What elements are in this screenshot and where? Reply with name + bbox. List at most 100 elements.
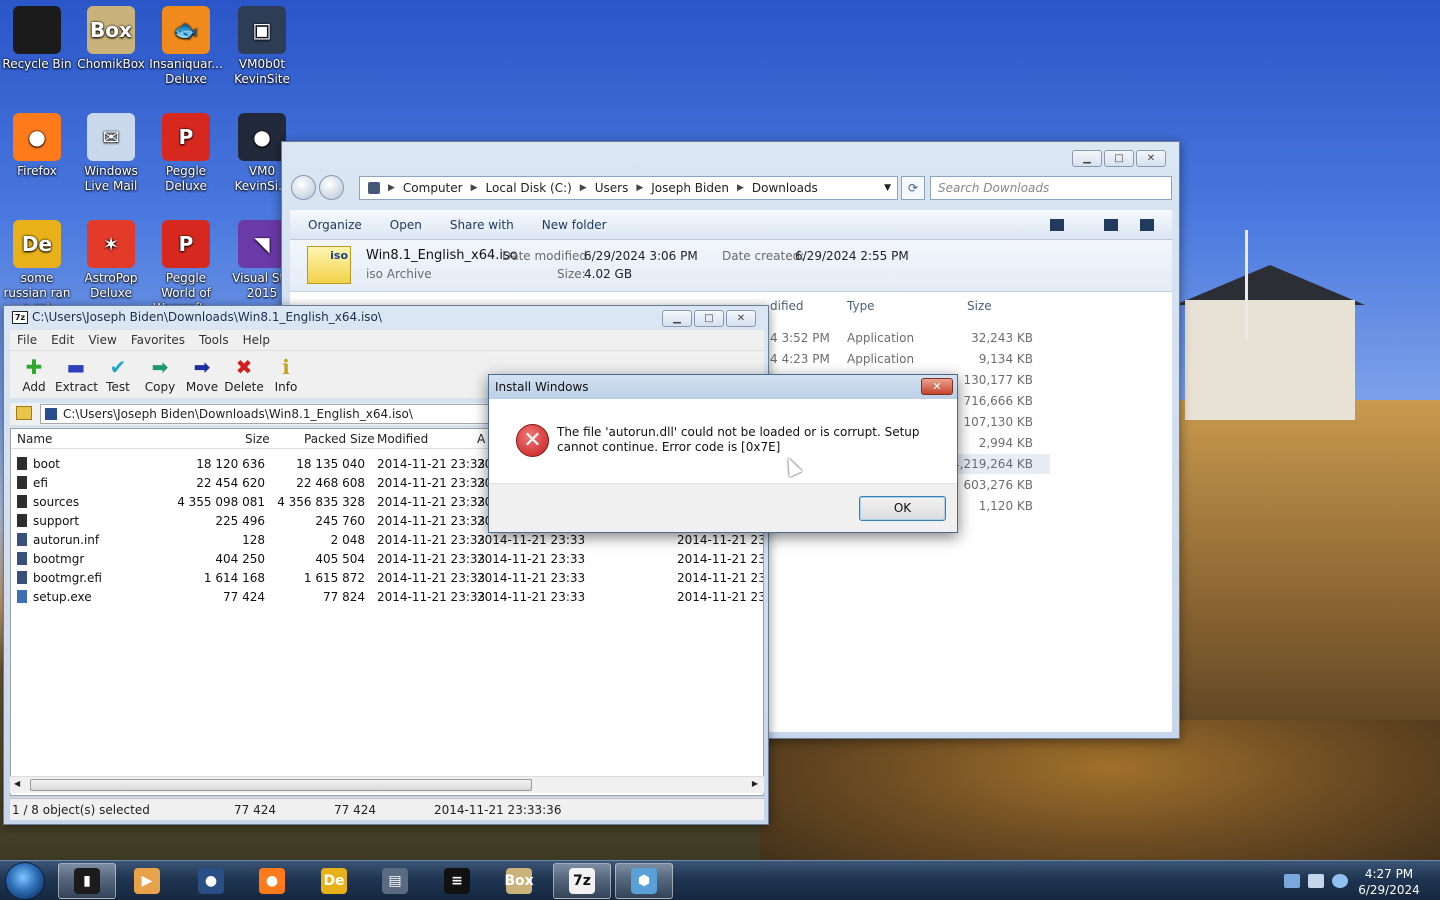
desktop: Recycle Bin Box ChomikBox 🐟 Insaniquar... De… — [0, 0, 1440, 860]
table-row[interactable]: autorun.inf 128 2 048 2014-11-21 23:33 2014-… — [11, 531, 763, 550]
cell-size: 4 355 098 081 — [177, 495, 265, 509]
details-size-value: 4.02 GB — [584, 267, 633, 281]
desktop-icon[interactable]: ✉ Windows Live Mail — [73, 113, 149, 194]
toolbar-button-delete[interactable]: ✖ Delete — [223, 354, 265, 394]
wallpaper-grass — [1180, 400, 1440, 740]
network-icon[interactable] — [1308, 874, 1324, 888]
search-input[interactable]: Search Downloads — [930, 176, 1172, 200]
taskbar-app-7zip[interactable]: 7z — [553, 863, 611, 899]
refresh-button[interactable]: ⟳ — [901, 176, 925, 200]
maximize-button[interactable]: □ — [694, 310, 724, 327]
column-modified[interactable]: Modified — [377, 432, 428, 446]
new-folder-button[interactable]: New folder — [542, 218, 607, 232]
breadcrumb-item[interactable]: Users — [595, 181, 629, 195]
desktop-icon[interactable]: Recycle Bin — [0, 6, 75, 72]
breadcrumb-item[interactable]: Downloads — [752, 181, 818, 195]
cell-type: Application — [847, 352, 915, 366]
volume-icon[interactable] — [1332, 874, 1348, 888]
share-with-menu[interactable]: Share with — [450, 218, 514, 232]
toolbar-button-extract[interactable]: ▬ Extract — [55, 354, 98, 394]
column-name[interactable]: Name — [17, 432, 52, 446]
cell-modified: 2014-11-21 23:33 — [377, 533, 486, 547]
globe-icon: ● — [198, 868, 224, 894]
close-button[interactable]: ✕ — [726, 310, 756, 327]
taskbar-app-globe[interactable]: ● — [182, 863, 240, 899]
scroll-left-icon[interactable]: ◀ — [14, 779, 20, 788]
desktop-icon[interactable]: PPeggle World of Warcraft ... — [148, 220, 224, 316]
system-clock[interactable]: 4:27 PM 6/29/2024 — [1356, 866, 1422, 898]
column-size[interactable]: Size — [967, 299, 992, 313]
folder-icon — [17, 514, 27, 527]
open-menu[interactable]: Open — [390, 218, 422, 232]
start-button[interactable] — [5, 862, 45, 900]
toolbar-button-move[interactable]: ➡ Move — [181, 354, 223, 394]
column-type[interactable]: Type — [847, 299, 875, 313]
table-row[interactable]: bootmgr.efi 1 614 168 1 615 872 2014-11-21 … — [11, 569, 763, 588]
taskbar-app-chomikbox[interactable]: Box — [490, 863, 548, 899]
maximize-button[interactable]: □ — [1104, 150, 1134, 167]
column-size[interactable]: Size — [245, 432, 270, 446]
taskbar-app-cmd-like[interactable]: ▮ — [58, 863, 116, 899]
desktop-icon[interactable]: Desome russian ran a rat — [0, 220, 75, 316]
taskbar-app-setup[interactable]: ⬢ — [615, 863, 673, 899]
breadcrumb-item[interactable]: Computer — [403, 181, 463, 195]
table-row[interactable]: bootmgr 404 250 405 504 2014-11-21 23:33 201… — [11, 550, 763, 569]
cell-name: bootmgr — [17, 552, 84, 566]
menu-help[interactable]: Help — [243, 333, 270, 347]
desktop-icon[interactable]: Box ChomikBox — [73, 6, 149, 72]
help-icon[interactable] — [1140, 218, 1154, 231]
wallpaper-flagpole — [1245, 230, 1248, 340]
app-icon: ✉ — [87, 113, 135, 161]
desktop-icon[interactable]: P Peggle Deluxe — [148, 113, 224, 194]
back-button[interactable] — [291, 175, 316, 200]
desktop-icon[interactable]: ▣ VM0b0t KevinSite — [224, 6, 300, 87]
breadcrumb-item[interactable]: Joseph Biden — [651, 181, 729, 195]
toolbar-button-info[interactable]: ℹ Info — [265, 354, 307, 394]
scroll-right-icon[interactable]: ▶ — [752, 779, 758, 788]
forward-button[interactable] — [319, 175, 344, 200]
cell-name-text: bootmgr — [33, 552, 85, 566]
scrollbar-thumb[interactable] — [30, 779, 532, 791]
folder-up-icon[interactable] — [16, 406, 32, 420]
menu-favorites[interactable]: Favorites — [131, 333, 185, 347]
view-icon[interactable] — [1050, 218, 1064, 231]
menu-view[interactable]: View — [88, 333, 116, 347]
minimize-button[interactable]: ▁ — [1072, 150, 1102, 167]
taskbar-app-de[interactable]: De — [305, 863, 363, 899]
horizontal-scrollbar[interactable]: ◀ ▶ — [10, 776, 764, 793]
dialog-close-button[interactable]: ✕ — [921, 378, 953, 395]
address-bar[interactable]: ▶ Computer ▶ Local Disk (C:) ▶ Users ▶ J… — [359, 176, 898, 200]
desktop-icon[interactable]: ● Firefox — [0, 113, 75, 179]
ok-button[interactable]: OK — [859, 496, 946, 521]
menu-file[interactable]: File — [17, 333, 37, 347]
menu-edit[interactable]: Edit — [51, 333, 74, 347]
taskbar-app-windows-stack[interactable]: ▤ — [366, 863, 424, 899]
preview-pane-icon[interactable] — [1104, 218, 1118, 231]
details-pane: iso Win8.1_English_x64.iso iso Archive D… — [290, 240, 1172, 292]
column-date-modified[interactable]: dified — [770, 299, 804, 313]
desktop-icon[interactable]: ✶ AstroPop Deluxe — [73, 220, 149, 301]
status-size: 77 424 — [234, 803, 276, 817]
desktop-icon-label: Recycle Bin — [2, 57, 72, 71]
toolbar-button-copy[interactable]: ➡ Copy — [139, 354, 181, 394]
cell-modified: 4 3:52 PM — [770, 331, 830, 345]
column-a[interactable]: A — [477, 432, 485, 446]
taskbar-app-terminal[interactable]: ≡ — [428, 863, 486, 899]
taskbar-app-media[interactable]: ▶ — [118, 863, 176, 899]
desktop-icon[interactable]: 🐟 Insaniquar... Deluxe — [148, 6, 224, 87]
chevron-down-icon[interactable]: ▼ — [884, 183, 891, 193]
menu-tools[interactable]: Tools — [199, 333, 229, 347]
column-packed-size[interactable]: Packed Size — [304, 432, 375, 446]
minimize-button[interactable]: ▁ — [662, 310, 692, 327]
toolbar-button-add[interactable]: ✚ Add — [13, 354, 55, 394]
organize-menu[interactable]: Organize — [308, 218, 362, 232]
toolbar-button-test[interactable]: ✔ Test — [97, 354, 139, 394]
taskbar-app-firefox[interactable]: ● — [243, 863, 301, 899]
action-center-icon[interactable] — [1284, 874, 1300, 888]
cell-modified: 2014-11-21 23:33 — [377, 514, 486, 528]
table-row[interactable]: setup.exe 77 424 77 824 2014-11-21 23:33 201… — [11, 588, 763, 607]
window-title: C:\Users\Joseph Biden\Downloads\Win8.1_E… — [32, 310, 382, 324]
close-button[interactable]: ✕ — [1136, 150, 1166, 167]
details-modified-value: 6/29/2024 3:06 PM — [584, 249, 698, 263]
breadcrumb-item[interactable]: Local Disk (C:) — [486, 181, 572, 195]
